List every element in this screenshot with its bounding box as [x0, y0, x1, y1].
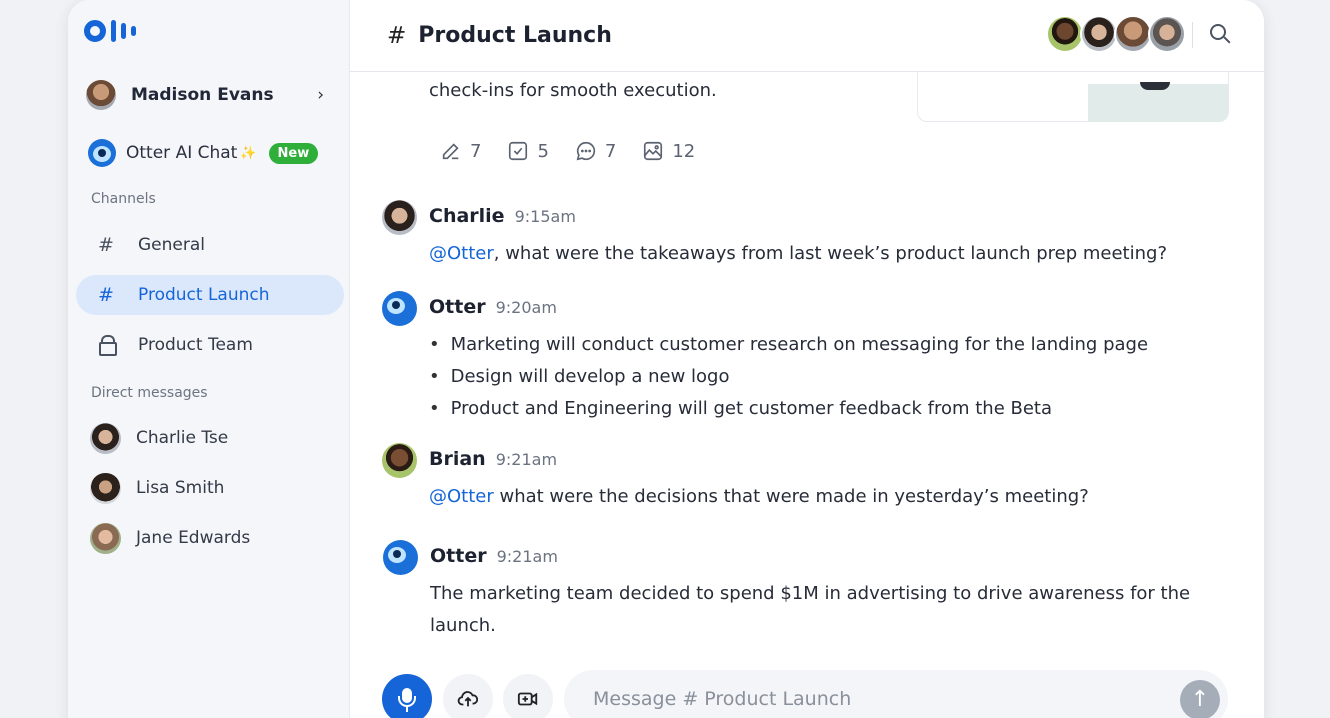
sidebar-item-general[interactable]: # General — [76, 225, 344, 265]
member-avatars[interactable] — [1046, 15, 1186, 53]
tasks-count: 5 — [537, 140, 549, 162]
video-button[interactable] — [503, 674, 553, 718]
message-body: Marketing will conduct customer research… — [418, 329, 1148, 425]
mention-link[interactable]: @Otter — [429, 486, 494, 507]
ai-chat-label: Otter AI Chat — [126, 143, 238, 163]
message-body: @Otter, what were the takeaways from las… — [429, 243, 1168, 264]
chevron-right-icon: › — [317, 85, 324, 105]
dm-label: Jane Edwards — [136, 528, 251, 548]
channel-label: General — [138, 235, 205, 255]
app-window: Madison Evans › Otter AI Chat ✨ New Chan… — [68, 0, 1264, 718]
message-stats: 7 5 7 12 — [440, 140, 721, 162]
avatar — [1148, 15, 1186, 53]
user-profile-row[interactable]: Madison Evans › — [86, 78, 332, 112]
sidebar-item-jane-edwards[interactable]: Jane Edwards — [90, 522, 250, 554]
message-time: 9:21am — [495, 450, 558, 469]
comments-stat[interactable]: 7 — [575, 140, 616, 162]
hash-icon: # — [98, 234, 114, 256]
message-text: check-ins for smooth execution. — [429, 80, 717, 101]
pencil-icon — [442, 143, 459, 160]
sidebar: Madison Evans › Otter AI Chat ✨ New Chan… — [68, 0, 350, 718]
message-author: Otter 9:21am — [430, 545, 558, 567]
channels-section-label: Channels — [91, 191, 156, 207]
lock-icon — [97, 334, 117, 356]
sidebar-item-lisa-smith[interactable]: Lisa Smith — [90, 472, 224, 504]
message-author: Brian 9:21am — [429, 448, 558, 470]
list-item: Product and Engineering will get custome… — [418, 393, 1148, 425]
avatar — [90, 422, 121, 454]
message-time: 9:20am — [495, 298, 557, 317]
search-icon[interactable] — [1210, 24, 1231, 44]
channel-header: # Product Launch — [350, 0, 1264, 72]
direct-messages-section-label: Direct messages — [91, 385, 208, 401]
comment-icon — [576, 141, 596, 161]
dm-label: Charlie Tse — [136, 428, 229, 448]
tasks-stat[interactable]: 5 — [507, 140, 549, 162]
avatar — [1080, 15, 1118, 53]
sidebar-item-charlie-tse[interactable]: Charlie Tse — [90, 422, 228, 454]
list-item: Design will develop a new logo — [418, 361, 1148, 393]
message-body: @Otter what were the decisions that were… — [429, 486, 1089, 507]
header-divider — [1192, 22, 1193, 48]
avatar — [86, 80, 116, 110]
edits-count: 7 — [470, 140, 482, 162]
dm-label: Lisa Smith — [136, 478, 225, 498]
checkbox-icon — [509, 141, 528, 161]
message-time: 9:21am — [496, 547, 558, 566]
video-plus-icon — [517, 692, 538, 706]
message-author: Otter 9:20am — [429, 296, 557, 318]
chat-main: check-ins for smooth execution. 7 5 7 12 — [350, 0, 1264, 718]
list-item: Marketing will conduct customer research… — [418, 329, 1148, 361]
message-time: 9:15am — [514, 207, 576, 226]
send-button[interactable]: ↑ — [1180, 680, 1220, 718]
otter-avatar[interactable] — [382, 291, 417, 326]
cloud-upload-icon — [457, 691, 479, 707]
edits-stat[interactable]: 7 — [440, 140, 481, 162]
hash-icon: # — [98, 284, 114, 306]
hash-icon: # — [387, 22, 407, 49]
image-icon — [644, 141, 663, 161]
channel-label: Product Team — [138, 335, 253, 355]
sidebar-item-product-launch[interactable]: # Product Launch — [76, 275, 344, 315]
microphone-button[interactable] — [382, 674, 432, 718]
avatar — [90, 522, 121, 554]
avatar — [1114, 15, 1152, 53]
user-name: Madison Evans — [131, 85, 274, 105]
message-body: The marketing team decided to spend $1M … — [430, 578, 1190, 642]
avatar — [90, 472, 121, 504]
message-author: Charlie 9:15am — [429, 205, 576, 227]
sidebar-item-otter-ai-chat[interactable]: Otter AI Chat ✨ New — [88, 138, 319, 168]
new-badge: New — [268, 142, 319, 164]
sidebar-item-product-team[interactable]: Product Team — [76, 325, 344, 365]
message-line: launch. — [430, 615, 496, 636]
images-stat[interactable]: 12 — [642, 140, 695, 162]
avatar[interactable] — [382, 443, 417, 478]
mention-link[interactable]: @Otter — [429, 243, 494, 264]
page-title: Product Launch — [418, 23, 612, 48]
otter-avatar — [88, 139, 116, 167]
comments-count: 7 — [604, 140, 617, 162]
arrow-up-icon: ↑ — [1190, 687, 1210, 712]
composer: ↑ — [382, 668, 1232, 718]
upload-button[interactable] — [443, 674, 493, 718]
sparkle-icon: ✨ — [240, 145, 257, 161]
avatar[interactable] — [382, 200, 417, 235]
message-line: The marketing team decided to spend $1M … — [430, 583, 1191, 604]
otter-logo[interactable] — [84, 20, 136, 42]
images-count: 12 — [672, 140, 696, 162]
message-input[interactable] — [564, 670, 1228, 718]
channel-label: Product Launch — [138, 285, 270, 305]
otter-avatar[interactable] — [383, 540, 418, 575]
avatar — [1046, 15, 1084, 53]
